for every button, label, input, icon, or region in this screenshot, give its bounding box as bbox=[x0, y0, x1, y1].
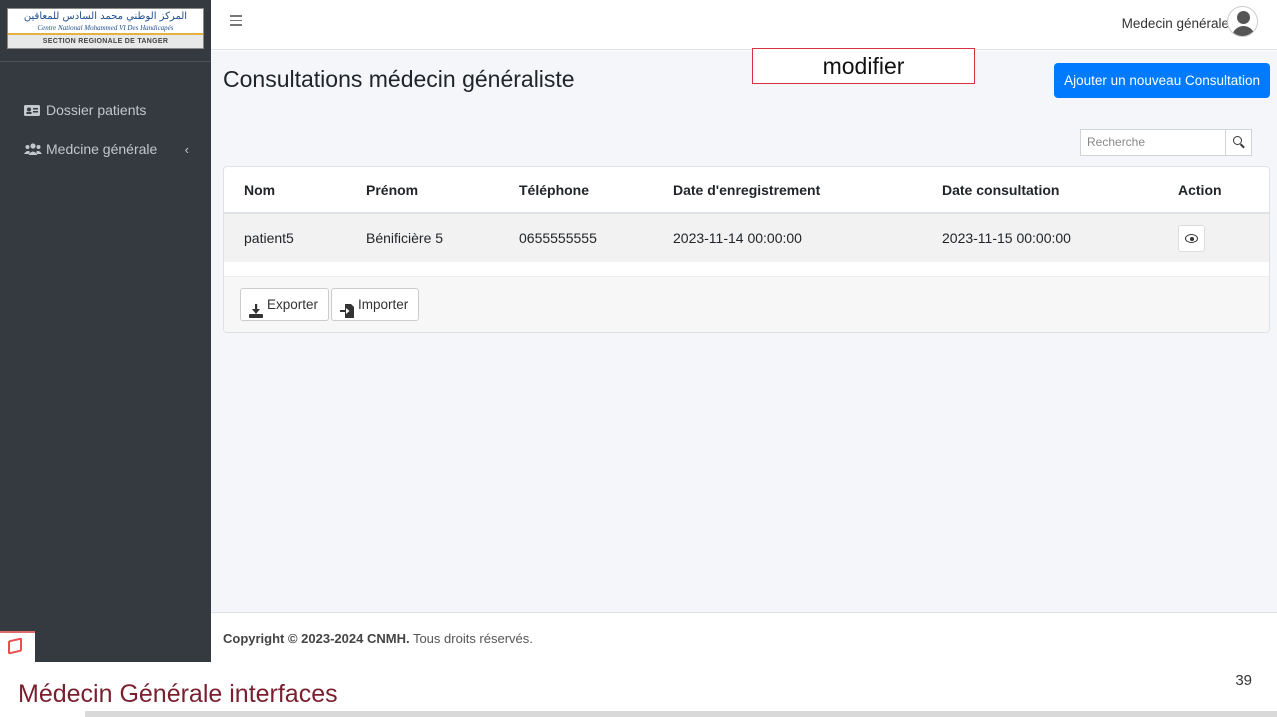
sidebar-item-label: Dossier patients bbox=[46, 102, 147, 118]
main-content: Consultations médecin généraliste modifi… bbox=[211, 48, 1277, 612]
sidebar-item-dossier-patients[interactable]: Dossier patients bbox=[0, 98, 211, 122]
add-consultation-button[interactable]: Ajouter un nouveau Consultation bbox=[1054, 63, 1270, 98]
brand[interactable]: المركز الوطني محمد السادس للمعاقين Centr… bbox=[0, 0, 211, 62]
column-header[interactable]: Date consultation bbox=[922, 167, 1158, 214]
file-import-icon bbox=[340, 298, 354, 318]
avatar[interactable] bbox=[1227, 6, 1258, 37]
column-header[interactable]: Prénom bbox=[346, 167, 499, 214]
sidebar: المركز الوطني محمد السادس للمعاقين Centr… bbox=[0, 0, 211, 662]
id-card-icon bbox=[24, 103, 40, 117]
chevron-left-icon[interactable]: ‹ bbox=[185, 142, 189, 157]
copyright-bold: Copyright © 2023-2024 CNMH. bbox=[223, 631, 410, 646]
search-input[interactable]: Recherche bbox=[1080, 129, 1226, 156]
table-row: patient5 Bénificière 5 0655555555 2023-1… bbox=[224, 213, 1269, 262]
laravel-debug-icon[interactable] bbox=[0, 631, 35, 662]
export-button[interactable]: Exporter bbox=[240, 288, 330, 321]
search-button[interactable] bbox=[1226, 129, 1252, 156]
search-box: Recherche bbox=[1080, 129, 1252, 156]
page-footer: Copyright © 2023-2024 CNMH. Tous droits … bbox=[211, 612, 1277, 662]
column-header[interactable]: Nom bbox=[224, 167, 346, 214]
column-header[interactable]: Téléphone bbox=[499, 167, 653, 214]
rights-text: Tous droits réservés. bbox=[409, 631, 533, 646]
column-header: Action bbox=[1158, 167, 1269, 214]
copyright-text: Copyright © 2023-2024 CNMH. Tous droits … bbox=[223, 631, 533, 646]
annotation-label: modifier bbox=[752, 48, 975, 84]
cell-nom: patient5 bbox=[224, 213, 346, 262]
table-header-row: Nom Prénom Téléphone Date d'enregistreme… bbox=[224, 167, 1269, 214]
import-button[interactable]: Importer bbox=[331, 288, 420, 321]
user-name[interactable]: Medecin générale bbox=[1122, 16, 1229, 31]
cell-action bbox=[1158, 213, 1269, 262]
logo-french-text: Centre National Mohammed VI Des Handicap… bbox=[37, 24, 174, 32]
cnmh-logo[interactable]: المركز الوطني محمد السادس للمعاقين Centr… bbox=[7, 8, 204, 49]
consultations-card: Nom Prénom Téléphone Date d'enregistreme… bbox=[223, 166, 1270, 333]
cell-date-consultation: 2023-11-15 00:00:00 bbox=[922, 213, 1158, 262]
import-label: Importer bbox=[358, 297, 409, 312]
cell-telephone: 0655555555 bbox=[499, 213, 653, 262]
cell-date-enregistrement: 2023-11-14 00:00:00 bbox=[653, 213, 922, 262]
slide-bottom-bar bbox=[85, 711, 1277, 717]
column-header[interactable]: Date d'enregistrement bbox=[653, 167, 922, 214]
cell-prenom: Bénificière 5 bbox=[346, 213, 499, 262]
sidebar-item-medcine-generale[interactable]: Medcine générale ‹ bbox=[0, 137, 211, 161]
slide: المركز الوطني محمد السادس للمعاقين Centr… bbox=[0, 0, 1277, 717]
users-icon bbox=[24, 142, 42, 156]
consultations-table: Nom Prénom Téléphone Date d'enregistreme… bbox=[224, 167, 1269, 262]
page-title: Consultations médecin généraliste bbox=[223, 66, 575, 92]
view-button[interactable] bbox=[1178, 224, 1205, 252]
card-footer: Exporter Importer bbox=[224, 276, 1269, 332]
logo-arabic-text: المركز الوطني محمد السادس للمعاقين bbox=[23, 11, 188, 22]
slide-number: 39 bbox=[1235, 672, 1252, 689]
logo-section-text: SECTION REGIONALE DE TANGER bbox=[8, 35, 203, 48]
sidebar-item-label: Medcine générale bbox=[46, 141, 158, 157]
export-label: Exporter bbox=[267, 297, 319, 312]
download-icon bbox=[249, 298, 263, 318]
sidebar-nav: Dossier patients Medcine générale ‹ bbox=[0, 98, 211, 176]
menu-toggle-icon[interactable] bbox=[230, 15, 242, 27]
slide-caption: Médecin Générale interfaces bbox=[18, 680, 338, 708]
top-navbar: Medecin générale bbox=[211, 0, 1277, 50]
